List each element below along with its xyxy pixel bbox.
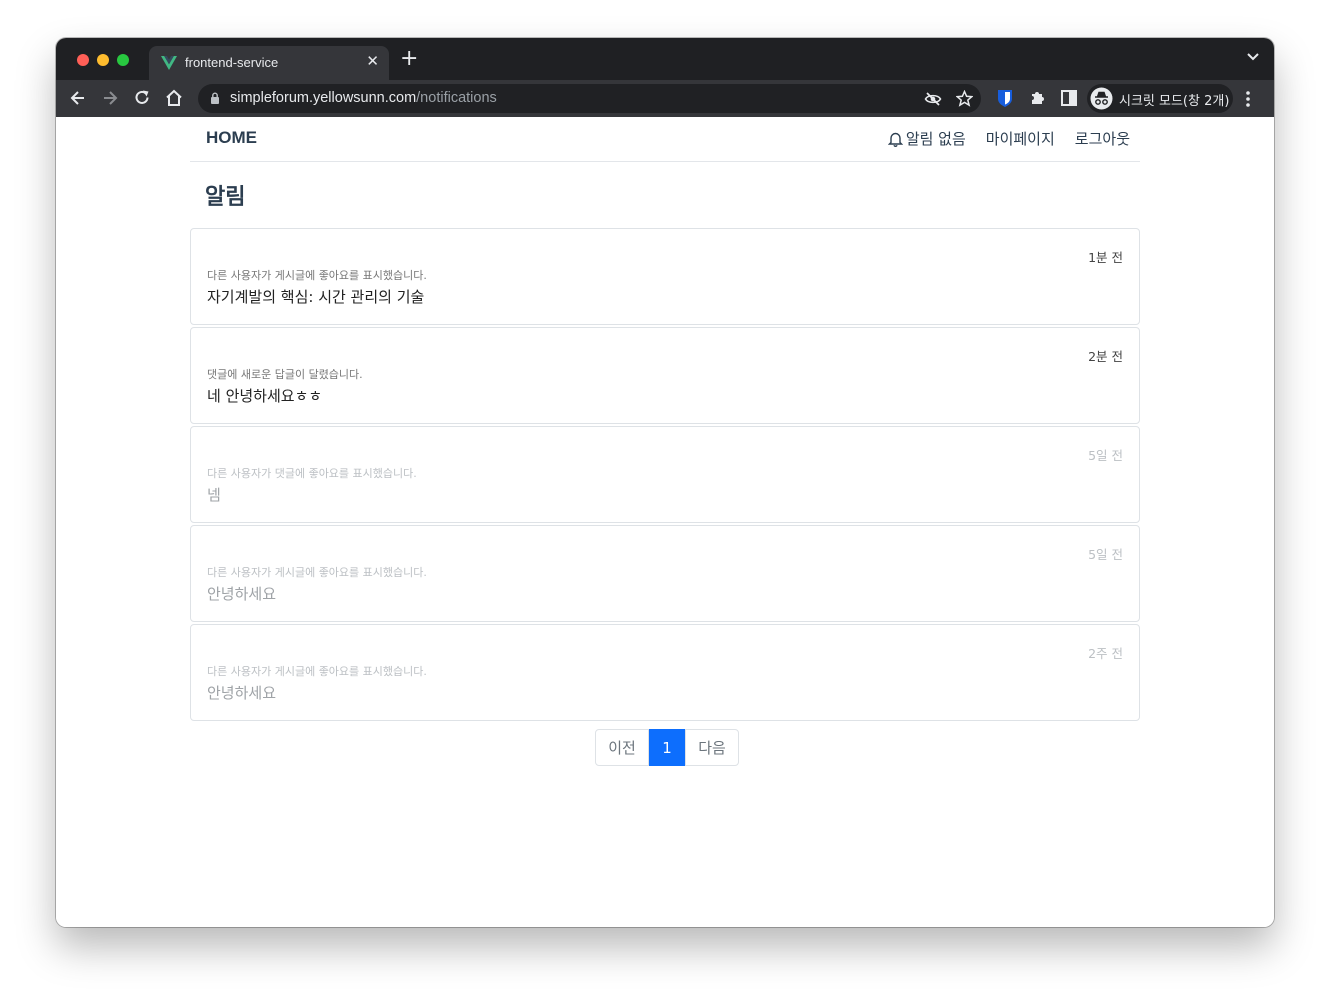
notifications-label: 알림 없음 <box>905 130 966 148</box>
notification-message: 안녕하세요 <box>207 684 277 702</box>
mypage-link[interactable]: 마이페이지 <box>986 128 1055 149</box>
address-bar[interactable]: simpleforum.yellowsunn.com/notifications <box>198 84 981 113</box>
bitwarden-extension-icon[interactable] <box>997 89 1013 108</box>
notification-message: 넴 <box>207 486 221 504</box>
minimize-window-button[interactable] <box>97 54 109 66</box>
browser-tab[interactable]: frontend-service ✕ <box>149 46 389 80</box>
notification-item[interactable]: 5일 전 다른 사용자가 댓글에 좋아요를 표시했습니다. 넴 <box>190 426 1140 523</box>
tab-title: frontend-service <box>185 55 279 70</box>
chevron-down-icon[interactable] <box>1246 50 1260 64</box>
close-window-button[interactable] <box>77 54 89 66</box>
notification-time: 2주 전 <box>1088 646 1123 661</box>
forward-arrow-icon[interactable] <box>100 88 120 108</box>
page-content: HOME 알림 없음 마이페이지 로그아웃 알림 1분 전 다른 사용자가 게시… <box>56 117 1274 927</box>
browser-toolbar: simpleforum.yellowsunn.com/notifications <box>56 80 1274 117</box>
extensions-puzzle-icon[interactable] <box>1029 88 1047 106</box>
notification-item[interactable]: 5일 전 다른 사용자가 게시글에 좋아요를 표시했습니다. 안녕하세요 <box>190 525 1140 622</box>
home-link[interactable]: HOME <box>206 128 257 148</box>
vue-logo-icon <box>161 56 177 70</box>
incognito-profile-button[interactable]: 시크릿 모드(창 2개) <box>1087 84 1233 113</box>
side-panel-icon[interactable] <box>1061 90 1077 106</box>
eye-off-icon[interactable] <box>924 91 942 107</box>
notification-type: 다른 사용자가 게시글에 좋아요를 표시했습니다. <box>207 665 427 678</box>
notification-type: 다른 사용자가 게시글에 좋아요를 표시했습니다. <box>207 269 427 282</box>
url-path: /notifications <box>416 90 497 106</box>
notification-message: 자기계발의 핵심: 시간 관리의 기술 <box>207 288 425 306</box>
notifications-link[interactable]: 알림 없음 <box>887 128 966 149</box>
profile-label: 시크릿 모드(창 2개) <box>1119 94 1230 109</box>
logout-link[interactable]: 로그아웃 <box>1075 128 1130 149</box>
page-number-button[interactable]: 1 <box>649 729 685 766</box>
page-title: 알림 <box>205 185 246 210</box>
nav-links: 알림 없음 마이페이지 로그아웃 <box>887 128 1130 149</box>
site-navbar: HOME 알림 없음 마이페이지 로그아웃 <box>190 117 1140 162</box>
home-icon[interactable] <box>164 88 184 108</box>
notification-time: 5일 전 <box>1088 547 1123 562</box>
next-page-button[interactable]: 다음 <box>685 729 739 766</box>
notification-type: 다른 사용자가 게시글에 좋아요를 표시했습니다. <box>207 566 427 579</box>
more-menu-icon[interactable] <box>1245 90 1251 108</box>
notification-type: 다른 사용자가 댓글에 좋아요를 표시했습니다. <box>207 467 417 480</box>
prev-page-button[interactable]: 이전 <box>595 729 649 766</box>
notification-type: 댓글에 새로운 답글이 달렸습니다. <box>207 368 363 381</box>
notification-time: 1분 전 <box>1088 250 1123 265</box>
notification-message: 안녕하세요 <box>207 585 277 603</box>
lock-icon <box>211 92 219 104</box>
browser-window: frontend-service ✕ + simpleforum.yellows… <box>56 38 1274 927</box>
notification-list: 1분 전 다른 사용자가 게시글에 좋아요를 표시했습니다. 자기계발의 핵심:… <box>190 228 1140 723</box>
url-host: simpleforum.yellowsunn.com <box>230 90 417 106</box>
back-arrow-icon[interactable] <box>68 88 88 108</box>
notification-message: 네 안녕하세요ㅎㅎ <box>207 387 323 405</box>
url-text: simpleforum.yellowsunn.com/notifications <box>230 90 497 106</box>
notification-time: 5일 전 <box>1088 448 1123 463</box>
notification-item[interactable]: 2주 전 다른 사용자가 게시글에 좋아요를 표시했습니다. 안녕하세요 <box>190 624 1140 721</box>
bell-icon <box>887 132 903 147</box>
incognito-icon <box>1090 87 1113 110</box>
notification-item[interactable]: 2분 전 댓글에 새로운 답글이 달렸습니다. 네 안녕하세요ㅎㅎ <box>190 327 1140 424</box>
star-icon[interactable] <box>956 90 973 107</box>
notification-item[interactable]: 1분 전 다른 사용자가 게시글에 좋아요를 표시했습니다. 자기계발의 핵심:… <box>190 228 1140 325</box>
notification-time: 2분 전 <box>1088 349 1123 364</box>
tab-close-icon[interactable]: ✕ <box>366 52 379 70</box>
pagination: 이전 1 다음 <box>595 729 739 766</box>
tab-strip: frontend-service ✕ + <box>56 38 1274 80</box>
new-tab-button[interactable]: + <box>400 48 418 70</box>
maximize-window-button[interactable] <box>117 54 129 66</box>
reload-icon[interactable] <box>132 88 152 108</box>
